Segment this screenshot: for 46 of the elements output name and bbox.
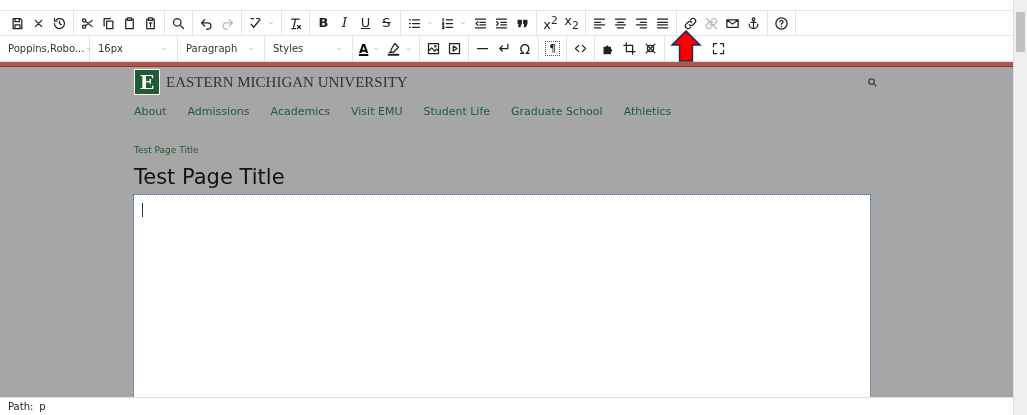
link-icon[interactable] (683, 15, 698, 31)
scrollbar-thumb[interactable] (1016, 12, 1025, 52)
page-title: Test Page Title (134, 165, 286, 189)
search-icon[interactable] (171, 15, 186, 31)
outdent-icon[interactable] (473, 15, 488, 31)
scrollbar[interactable] (1014, 0, 1027, 415)
format-button[interactable]: S (379, 15, 394, 31)
justify-icon[interactable] (655, 15, 670, 31)
logo-mark[interactable]: E (134, 69, 160, 95)
spellcheck-icon[interactable] (248, 15, 263, 31)
help-icon[interactable] (774, 15, 789, 31)
dropdown[interactable]: 16px (90, 36, 178, 61)
text-color-button[interactable]: A (359, 41, 369, 56)
scissors-icon[interactable] (80, 15, 95, 31)
format-button[interactable]: U (358, 15, 373, 31)
script-button[interactable]: x$_{2}$ (564, 12, 579, 34)
indent-icon[interactable] (494, 15, 509, 31)
align-center-icon[interactable] (613, 15, 628, 31)
dropdown[interactable]: Poppins,Robo... (0, 36, 90, 61)
path-value[interactable]: p (39, 401, 46, 412)
dropdown[interactable]: Styles (265, 36, 353, 61)
fullscreen-icon[interactable] (711, 41, 727, 56)
anchor-icon[interactable] (746, 15, 761, 31)
format-button[interactable]: I (337, 15, 352, 31)
text-cursor (142, 203, 143, 217)
dropdown[interactable]: Paragraph (178, 36, 265, 61)
clipboard-icon[interactable] (122, 15, 137, 31)
path-label: Path: (8, 401, 34, 412)
crop-icon[interactable] (622, 41, 638, 56)
history-icon[interactable] (52, 15, 67, 31)
copy-icon[interactable] (101, 15, 116, 31)
clipboard-text-icon[interactable] (143, 15, 158, 31)
logo-text[interactable]: EASTERN MICHIGAN UNIVERSITY (166, 73, 408, 91)
media-icon[interactable] (447, 41, 463, 56)
highlighter-icon[interactable] (386, 41, 402, 56)
align-left-icon[interactable] (592, 15, 607, 31)
numbered-list-icon[interactable] (440, 15, 455, 31)
clear-format-icon[interactable] (288, 15, 303, 31)
image-icon[interactable] (426, 41, 442, 56)
show-blocks-button[interactable]: ¶ (545, 41, 561, 56)
pointer-arrow-icon (670, 30, 702, 62)
save-icon[interactable] (10, 15, 25, 31)
script-button[interactable]: x$^{2}$ (543, 12, 558, 34)
align-right-icon[interactable] (634, 15, 649, 31)
special-character-button[interactable]: Ω (517, 40, 533, 57)
format-button[interactable]: B (316, 15, 331, 31)
